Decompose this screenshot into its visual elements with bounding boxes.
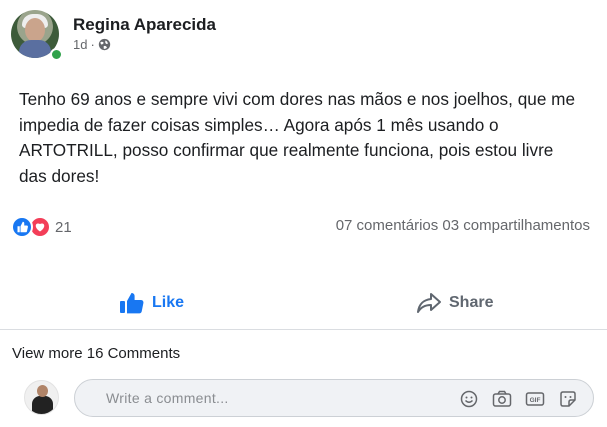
post-header: Regina Aparecida 1d ·	[11, 10, 571, 62]
view-more-comments-link[interactable]: View more 16 Comments	[12, 345, 180, 362]
thumbs-up-icon	[120, 293, 144, 314]
sticker-icon[interactable]	[557, 388, 579, 410]
globe-icon	[98, 38, 110, 51]
engagement-stats: 07 comentários 03 compartilhamentos	[336, 217, 590, 234]
section-divider	[0, 329, 607, 330]
comment-input[interactable]	[106, 390, 366, 406]
comment-tools: GIF	[458, 388, 579, 410]
reactions-summary[interactable]: 21	[11, 216, 72, 238]
like-button[interactable]: Like	[119, 280, 184, 326]
svg-text:GIF: GIF	[530, 397, 541, 404]
reaction-count[interactable]: 21	[55, 219, 72, 236]
post-meta: 1d ·	[73, 37, 111, 52]
share-button[interactable]: Share	[416, 280, 493, 326]
comment-composer: GIF	[24, 378, 594, 418]
meta-separator: ·	[90, 37, 95, 52]
emoji-icon[interactable]	[458, 388, 480, 410]
gif-icon[interactable]: GIF	[524, 388, 546, 410]
shares-count[interactable]: 03 compartilhamentos	[442, 217, 590, 234]
share-arrow-icon	[417, 293, 441, 313]
comments-count[interactable]: 07 comentários	[336, 217, 439, 234]
commenter-avatar[interactable]	[24, 380, 59, 415]
post-time[interactable]: 1d	[73, 37, 87, 52]
comment-box[interactable]: GIF	[74, 379, 594, 417]
like-button-label: Like	[152, 294, 185, 311]
like-icon	[11, 216, 33, 238]
post-body-text: Tenho 69 anos e sempre vivi com dores na…	[19, 89, 576, 186]
post-actions: Like Share	[0, 280, 607, 326]
share-button-label: Share	[449, 294, 494, 311]
online-status-dot	[50, 48, 63, 61]
camera-icon[interactable]	[491, 388, 513, 410]
author-name[interactable]: Regina Aparecida	[73, 15, 216, 35]
